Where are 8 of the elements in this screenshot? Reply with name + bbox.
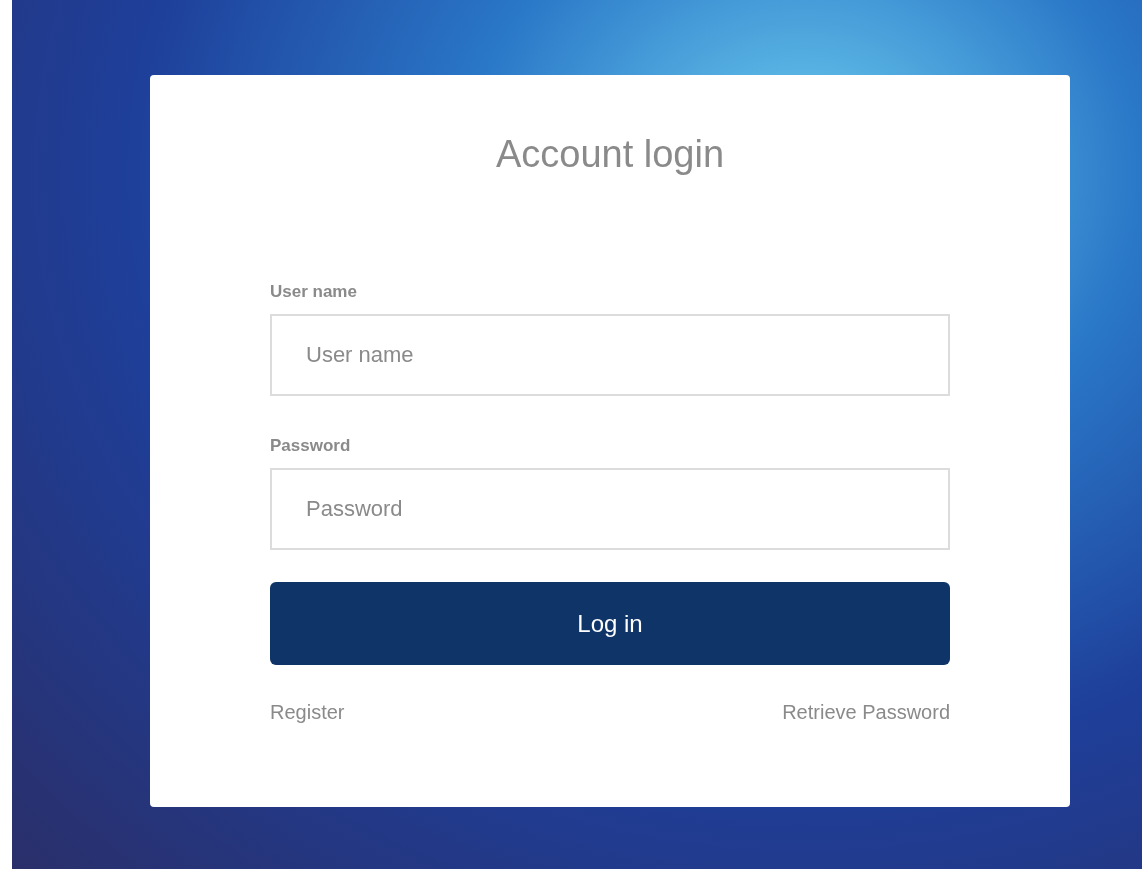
register-link[interactable]: Register xyxy=(270,701,345,724)
field-label: User name xyxy=(270,282,358,302)
password-field[interactable]: Password xyxy=(270,468,950,550)
retrieve-password-link[interactable]: Retrieve Password xyxy=(782,701,950,724)
login-title: Account login xyxy=(494,133,726,176)
login-button[interactable]: Log in xyxy=(270,582,950,665)
username-field[interactable]: User name xyxy=(270,314,950,396)
field-label: Password xyxy=(270,436,352,456)
